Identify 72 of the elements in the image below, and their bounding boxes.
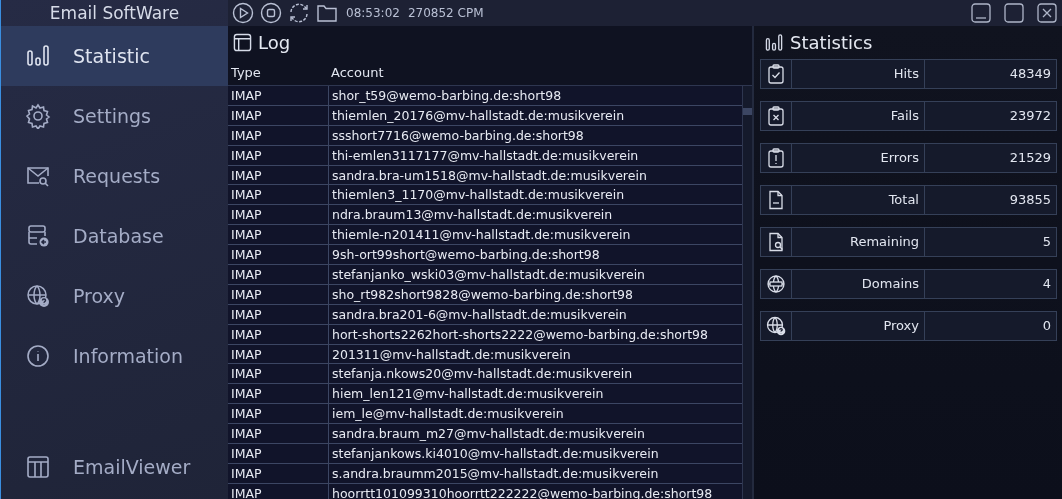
panel-title: Statistics	[790, 32, 873, 53]
refresh-icon[interactable]	[288, 2, 310, 24]
scrollbar[interactable]	[742, 86, 752, 499]
info-icon	[25, 343, 51, 369]
globe-question-icon	[766, 316, 786, 336]
stat-label: Fails	[792, 102, 925, 130]
table-cell-text: IMAP	[230, 464, 263, 483]
table-cell-text: IMAP	[230, 285, 263, 304]
window-icon	[233, 33, 252, 52]
close-button[interactable]	[1036, 2, 1058, 24]
table-cell-text: IMAP	[230, 445, 263, 463]
table-cell-text: IMAP	[230, 126, 263, 145]
gear-icon	[25, 103, 51, 129]
sidebar-item[interactable]: EmailViewer	[1, 437, 228, 497]
panel-title: Log	[258, 32, 291, 53]
stat-value: 48349	[1008, 65, 1052, 83]
bars-chart-icon	[25, 43, 51, 69]
window-columns-icon	[25, 454, 51, 480]
stat-label: Errors	[792, 144, 925, 172]
stat-value: 4	[1041, 275, 1052, 293]
sidebar-item[interactable]: Proxy	[1, 266, 228, 326]
table-cell-text: IMAP	[230, 385, 263, 404]
table-cell-text: IMAP	[230, 425, 263, 444]
bars-chart-icon	[765, 33, 784, 52]
table-cell-text: IMAP	[230, 186, 263, 205]
table-cell-text: IMAP	[230, 146, 263, 165]
table-cell-text: IMAP	[230, 246, 263, 264]
table-cell-text: IMAP	[230, 266, 263, 284]
app-title: Email SoftWare	[48, 2, 181, 25]
sidebar-item[interactable]: Information	[1, 326, 228, 386]
table-cell-text: IMAP	[230, 405, 263, 424]
minimize-button[interactable]	[970, 2, 992, 24]
table-cell-text: IMAP	[230, 484, 263, 499]
globe-icon	[766, 274, 786, 294]
play-icon[interactable]	[232, 2, 254, 24]
sidebar-item[interactable]: Requests	[1, 146, 228, 206]
table-cell-text: IMAP	[230, 166, 263, 185]
table-cell-text: IMAP	[230, 226, 263, 245]
stop-icon[interactable]	[260, 2, 282, 24]
maximize-button[interactable]	[1003, 2, 1025, 24]
table-cell-text: IMAP	[230, 305, 263, 324]
folder-icon[interactable]	[316, 2, 338, 24]
clipboard-alert-icon	[766, 148, 786, 168]
stat-label: Total	[792, 186, 925, 214]
table-cell-text: IMAP	[230, 106, 263, 125]
globe-question-icon	[25, 283, 51, 309]
stat-value: 0	[1041, 317, 1052, 335]
table-cell-text: IMAP	[230, 345, 263, 364]
clock-time: 08:53:02	[346, 6, 400, 20]
sidebar-item[interactable]: Database	[1, 206, 228, 266]
stat-value: 21529	[1008, 149, 1052, 167]
table-cell-text: IMAP	[230, 365, 263, 384]
column-header[interactable]: Type	[228, 64, 328, 80]
table-cell-text: IMAP	[230, 325, 263, 344]
column-header[interactable]: Account	[328, 64, 752, 80]
stat-label: Domains	[792, 270, 925, 298]
sidebar-item[interactable]: Settings	[1, 86, 228, 146]
document-search-icon	[766, 232, 786, 252]
stat-value: 23972	[1008, 107, 1052, 125]
stat-value: 93855	[1008, 191, 1052, 209]
clipboard-check-icon	[766, 64, 786, 84]
stat-label: Proxy	[792, 312, 925, 340]
clipboard-x-icon	[766, 106, 786, 126]
stat-label: Remaining	[792, 228, 925, 256]
sidebar-item[interactable]: Statistic	[1, 26, 228, 86]
stat-value: 5	[1041, 233, 1052, 251]
table-cell-text: IMAP	[230, 87, 263, 105]
database-arrow-icon	[25, 223, 51, 249]
stat-label: Hits	[792, 60, 925, 88]
rate-counter: 270852 CPM	[407, 6, 484, 20]
table-cell-text: IMAP	[230, 206, 263, 225]
document-icon	[766, 190, 786, 210]
